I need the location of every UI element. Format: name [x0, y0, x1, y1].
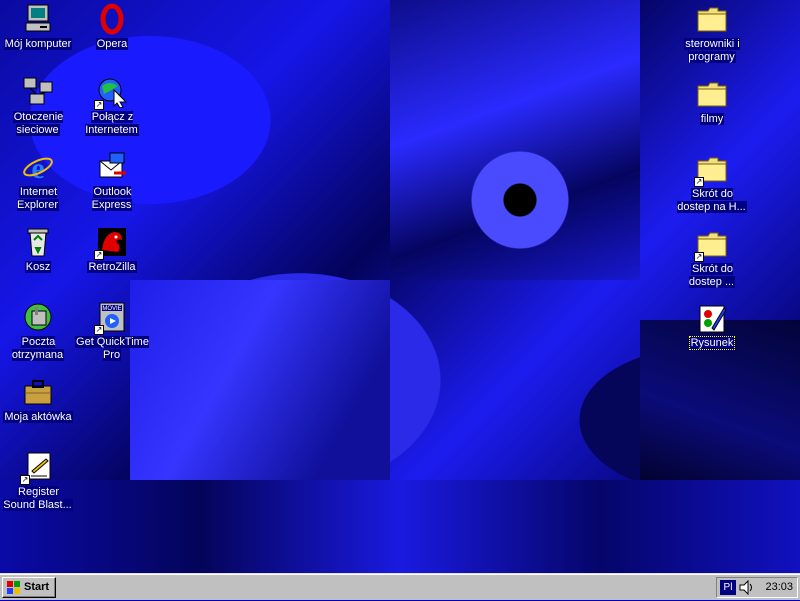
desktop-icon-shortcut-dostep-h[interactable]: ↗ Skrót do dostep na H...: [674, 153, 750, 214]
quicktime-icon: MOVIE ↗: [94, 301, 128, 335]
folder-shortcut-icon: ↗: [694, 153, 728, 187]
shortcut-arrow-icon: ↗: [94, 250, 104, 260]
internet-explorer-icon: e: [22, 151, 54, 185]
speaker-icon[interactable]: [738, 579, 756, 596]
shortcut-arrow-icon: ↗: [94, 325, 104, 335]
register-icon: ↗: [20, 451, 54, 485]
icon-label: filmy: [699, 113, 725, 125]
desktop-icon-outlook[interactable]: Outlook Express: [74, 151, 150, 212]
desktop-icon-retrozilla[interactable]: ↗ RetroZilla: [74, 226, 150, 274]
paint-icon: [696, 302, 728, 334]
inbox-icon: [22, 301, 54, 333]
connect-internet-icon: ↗: [94, 76, 128, 110]
language-indicator[interactable]: Pl: [720, 580, 736, 595]
retrozilla-icon: ↗: [94, 226, 128, 260]
icon-label: Mój komputer: [3, 38, 73, 50]
icon-label: Register Sound Blast...: [3, 486, 73, 511]
shortcut-arrow-icon: ↗: [694, 177, 704, 187]
start-label: Start: [24, 581, 50, 593]
desktop-icon-register[interactable]: ↗ Register Sound Blast...: [0, 451, 76, 512]
svg-text:MOVIE: MOVIE: [102, 306, 121, 312]
svg-text:e: e: [31, 152, 44, 183]
icon-label: sterowniki i programy: [684, 38, 740, 63]
network-neighborhood-icon: [22, 76, 54, 108]
icon-label: Internet Explorer: [17, 186, 59, 211]
icon-label: Get QuickTime Pro: [75, 336, 149, 361]
desktop-icon-recycle-bin[interactable]: Kosz: [0, 226, 76, 274]
desktop-icon-inbox[interactable]: Poczta otrzymana: [0, 301, 76, 362]
shortcut-arrow-icon: ↗: [694, 252, 704, 262]
recycle-bin-icon: [22, 226, 54, 258]
my-computer-icon: [22, 3, 54, 35]
icon-label: Rysunek: [688, 336, 736, 350]
icon-label: Połącz z Internetem: [85, 111, 139, 136]
desktop-icon-folder-drivers[interactable]: sterowniki i programy: [674, 3, 750, 64]
desktop-icon-my-computer[interactable]: Mój komputer: [0, 3, 76, 51]
icon-label: Skrót do dostep ...: [688, 263, 736, 288]
desktop[interactable]: Mój komputer Opera Otoczenie sieciowe ↗ …: [0, 0, 800, 573]
taskbar: Start Pl 23:03: [0, 573, 800, 600]
windows-logo-icon: [7, 581, 21, 594]
folder-icon: [696, 3, 728, 35]
icon-label: Opera: [95, 38, 129, 50]
briefcase-icon: [22, 376, 54, 408]
start-button[interactable]: Start: [2, 577, 56, 598]
folder-shortcut-icon: ↗: [694, 228, 728, 262]
icon-label: Kosz: [24, 261, 52, 273]
desktop-icon-quicktime[interactable]: MOVIE ↗ Get QuickTime Pro: [74, 301, 150, 362]
desktop-icon-connect[interactable]: ↗ Połącz z Internetem: [74, 76, 150, 137]
desktop-icon-briefcase[interactable]: Moja aktówka: [0, 376, 76, 424]
icon-label: Moja aktówka: [3, 411, 73, 423]
desktop-icon-shortcut-dostep[interactable]: ↗ Skrót do dostep ...: [674, 228, 750, 289]
folder-icon: [696, 78, 728, 110]
icon-label: RetroZilla: [87, 261, 137, 273]
outlook-express-icon: [96, 151, 128, 183]
wallpaper-tile: [130, 280, 390, 480]
wallpaper-disc: [470, 150, 570, 250]
desktop-icon-network[interactable]: Otoczenie sieciowe: [0, 76, 76, 137]
icon-label: Otoczenie sieciowe: [12, 111, 64, 136]
desktop-icon-ie[interactable]: e Internet Explorer: [0, 151, 76, 212]
desktop-icon-opera[interactable]: Opera: [74, 3, 150, 51]
clock[interactable]: 23:03: [765, 581, 793, 593]
shortcut-arrow-icon: ↗: [20, 475, 30, 485]
shortcut-arrow-icon: ↗: [94, 100, 104, 110]
opera-icon: [96, 3, 128, 35]
wallpaper-tile: [0, 480, 800, 573]
icon-label: Skrót do dostep na H...: [677, 188, 747, 213]
system-tray: Pl 23:03: [716, 577, 798, 598]
desktop-icon-folder-movies[interactable]: filmy: [674, 78, 750, 126]
desktop-icon-rysunek[interactable]: Rysunek: [674, 302, 750, 350]
icon-label: Outlook Express: [91, 186, 133, 211]
icon-label: Poczta otrzymana: [11, 336, 65, 361]
